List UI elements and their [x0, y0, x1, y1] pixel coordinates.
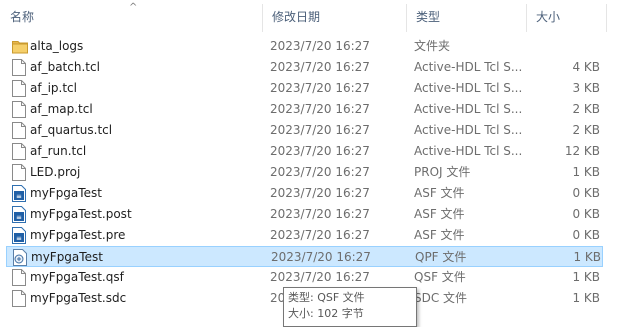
column-header-date-label: 修改日期 — [272, 10, 321, 24]
file-date: 2023/7/20 16:27 — [270, 81, 370, 95]
document-icon — [12, 269, 26, 286]
column-header-name-label: 名称 — [10, 10, 35, 24]
asf-file-icon: ≡ — [12, 227, 26, 244]
file-row[interactable]: af_map.tcl 2023/7/20 16:27 Active-HDL Tcl … — [6, 99, 603, 120]
file-date: 2023/7/20 16:27 — [270, 165, 370, 179]
file-date: 2023/7/20 16:27 — [270, 270, 370, 284]
file-type: Active-HDL Tcl S... — [414, 60, 522, 74]
file-date: 2023/7/20 16:27 — [270, 123, 370, 137]
folder-icon — [12, 38, 28, 55]
file-row[interactable]: af_run.tcl 2023/7/20 16:27 Active-HDL Tcl … — [6, 141, 603, 162]
column-header-size-label: 大小 — [536, 10, 561, 24]
document-icon — [12, 164, 26, 181]
file-name: af_map.tcl — [30, 102, 93, 116]
file-name: myFpgaTest.qsf — [30, 270, 124, 284]
asf-file-icon: ≡ — [12, 185, 26, 202]
file-date: 2023/7/20 16:27 — [270, 39, 370, 53]
file-type: ASF 文件 — [414, 228, 465, 242]
file-info-tooltip: 类型: QSF 文件 大小: 102 字节 — [283, 287, 417, 327]
svg-text:≡: ≡ — [16, 214, 22, 222]
tooltip-type-line: 类型: QSF 文件 — [288, 291, 365, 304]
file-type: 文件夹 — [414, 39, 451, 53]
file-name: alta_logs — [30, 39, 84, 53]
file-size: 12 KB — [564, 144, 600, 158]
file-size: 0 KB — [572, 228, 600, 242]
file-name: myFpgaTest.pre — [30, 228, 126, 242]
asf-file-icon: ≡ — [12, 206, 26, 223]
file-row[interactable]: ≡ myFpgaTest.pre 2023/7/20 16:27 ASF 文件 0 KB — [6, 225, 603, 246]
file-name: myFpgaTest — [31, 250, 103, 264]
file-size — [526, 36, 600, 57]
qpf-file-icon — [13, 249, 27, 266]
svg-text:≡: ≡ — [16, 235, 22, 243]
file-type: PROJ 文件 — [414, 165, 471, 179]
file-date: 2023/7/20 16:27 — [270, 186, 370, 200]
file-size: 1 KB — [572, 291, 600, 305]
file-type: SDC 文件 — [414, 291, 468, 305]
file-date: 2023/7/20 16:27 — [270, 207, 370, 221]
file-size: 1 KB — [573, 250, 601, 264]
file-type: ASF 文件 — [414, 207, 465, 221]
file-type: Active-HDL Tcl S... — [414, 144, 522, 158]
svg-text:≡: ≡ — [16, 193, 22, 201]
file-size: 4 KB — [572, 60, 600, 74]
column-header-type-label: 类型 — [416, 10, 441, 24]
file-size: 1 KB — [572, 270, 600, 284]
file-type: Active-HDL Tcl S... — [414, 123, 522, 137]
file-type: Active-HDL Tcl S... — [414, 102, 522, 116]
document-icon — [12, 80, 26, 97]
file-row[interactable]: alta_logs 2023/7/20 16:27 文件夹 — [6, 36, 603, 57]
document-icon — [12, 143, 26, 160]
file-size: 3 KB — [572, 81, 600, 95]
file-date: 2023/7/20 16:27 — [270, 102, 370, 116]
file-row[interactable]: LED.proj 2023/7/20 16:27 PROJ 文件 1 KB — [6, 162, 603, 183]
document-icon — [12, 122, 26, 139]
file-row[interactable]: myFpgaTest 2023/7/20 16:27 QPF 文件 1 KB — [6, 246, 603, 267]
file-size: 0 KB — [572, 207, 600, 221]
file-size: 2 KB — [572, 102, 600, 116]
file-row[interactable]: ≡ myFpgaTest.post 2023/7/20 16:27 ASF 文件 0 K… — [6, 204, 603, 225]
file-name: af_batch.tcl — [30, 60, 100, 74]
file-row[interactable]: af_ip.tcl 2023/7/20 16:27 Active-HDL Tcl S… — [6, 78, 603, 99]
file-name: LED.proj — [30, 165, 81, 179]
file-name: af_ip.tcl — [30, 81, 77, 95]
document-icon — [12, 101, 26, 118]
file-name: af_run.tcl — [30, 144, 87, 158]
column-divider[interactable] — [606, 4, 607, 32]
document-icon — [12, 290, 26, 307]
file-size: 0 KB — [572, 186, 600, 200]
column-header-type[interactable]: 类型 — [406, 0, 526, 34]
file-name: myFpgaTest.sdc — [30, 291, 127, 305]
file-date: 2023/7/20 16:27 — [270, 60, 370, 74]
file-row[interactable]: ≡ myFpgaTest 2023/7/20 16:27 ASF 文件 0 KB — [6, 183, 603, 204]
document-icon — [12, 59, 26, 76]
file-type: ASF 文件 — [414, 186, 465, 200]
tooltip-size-line: 大小: 102 字节 — [288, 307, 364, 320]
column-header-size[interactable]: 大小 — [526, 0, 606, 34]
file-date: 2023/7/20 16:27 — [270, 144, 370, 158]
file-date: 2023/7/20 16:27 — [270, 228, 370, 242]
file-date: 2023/7/20 16:27 — [271, 250, 371, 264]
sort-ascending-icon: ^ — [129, 2, 138, 13]
column-header-bar: 名称 ^ 修改日期 类型 大小 — [0, 0, 634, 34]
file-type: Active-HDL Tcl S... — [414, 81, 522, 95]
file-name: myFpgaTest.post — [30, 207, 132, 221]
file-type: QSF 文件 — [414, 270, 466, 284]
file-row[interactable]: myFpgaTest.qsf 2023/7/20 16:27 QSF 文件 1 KB — [6, 267, 603, 288]
file-row[interactable]: af_batch.tcl 2023/7/20 16:27 Active-HDL Tc… — [6, 57, 603, 78]
file-name: af_quartus.tcl — [30, 123, 113, 137]
file-name: myFpgaTest — [30, 186, 102, 200]
file-type: QPF 文件 — [415, 250, 467, 264]
file-size: 2 KB — [572, 123, 600, 137]
column-header-date[interactable]: 修改日期 — [262, 0, 406, 34]
file-row[interactable]: af_quartus.tcl 2023/7/20 16:27 Active-HDL … — [6, 120, 603, 141]
file-size: 1 KB — [572, 165, 600, 179]
